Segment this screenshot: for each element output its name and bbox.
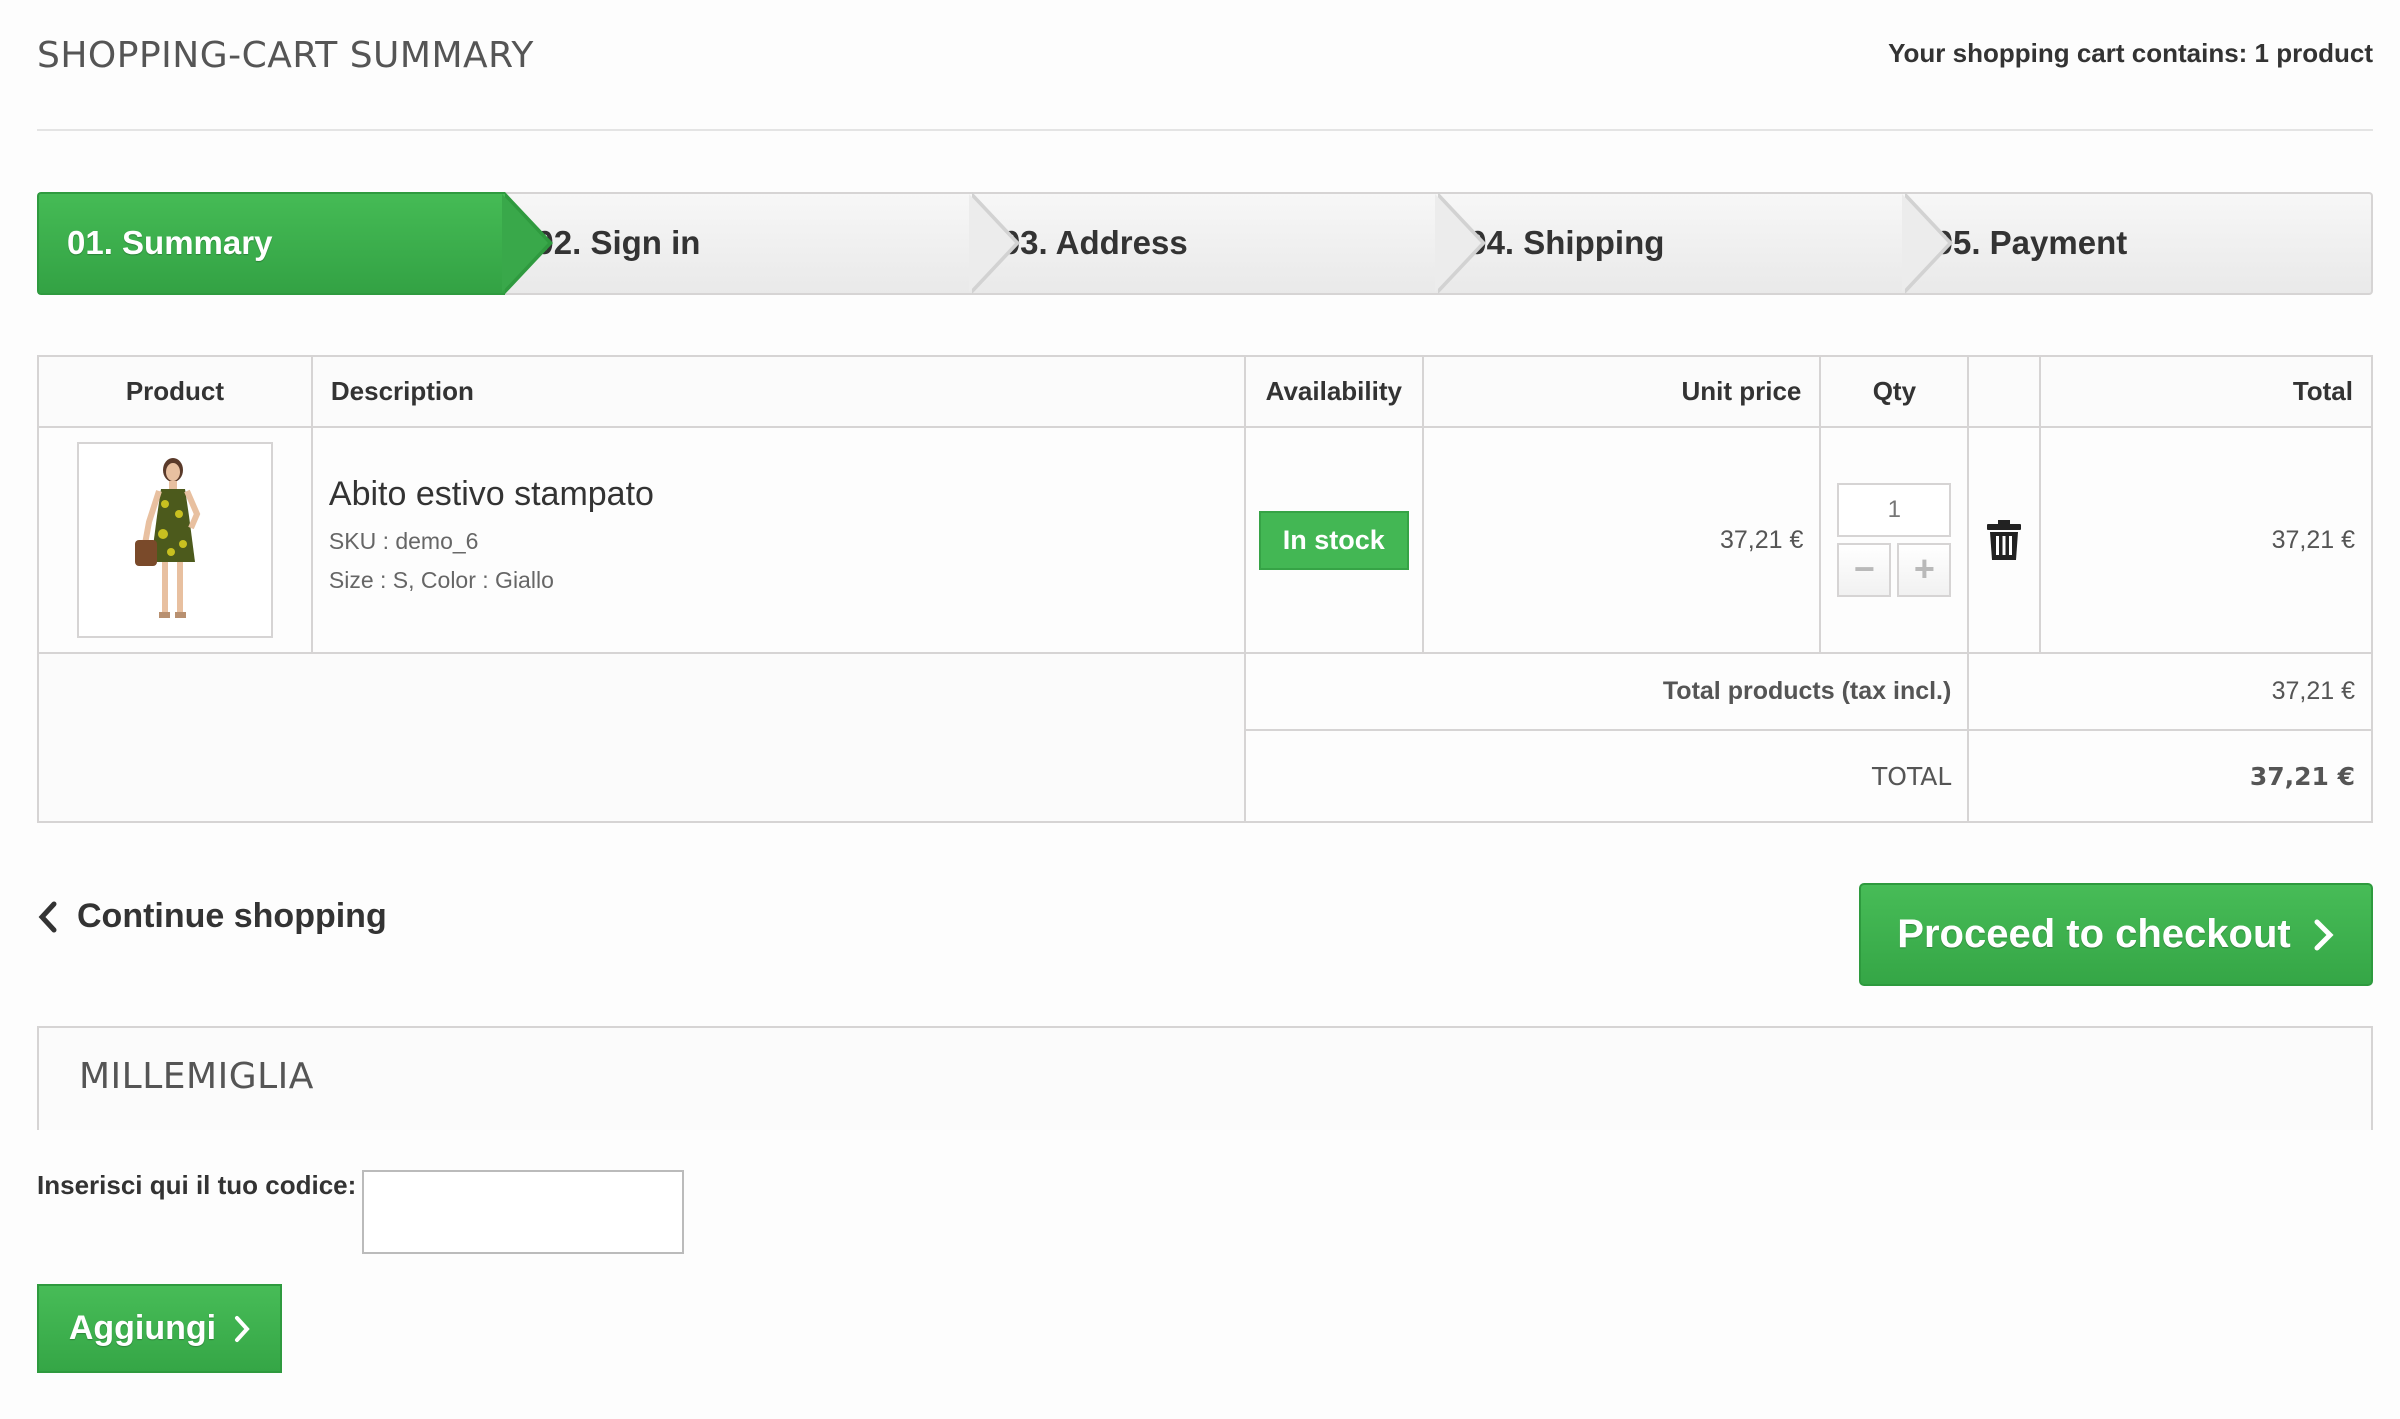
voucher-title: MILLEMIGLIA — [79, 1056, 314, 1097]
qty-minus-button[interactable]: − — [1837, 543, 1892, 597]
step-shipping[interactable]: 04. Shipping — [1438, 192, 1953, 295]
continue-shopping-label: Continue shopping — [77, 897, 387, 935]
qty-input[interactable]: 1 — [1837, 483, 1952, 537]
description-cell: Abito estivo stampato SKU : demo_6 Size … — [310, 426, 1246, 654]
header-product: Product — [37, 355, 313, 428]
step-label: 05. Payment — [1934, 224, 2128, 261]
continue-shopping-link[interactable]: Continue shopping — [37, 897, 387, 936]
checkout-steps: 01. Summary 02. Sign in 03. Address 04. … — [37, 192, 2374, 295]
total-products-label: Total products (tax incl.) — [1243, 652, 1970, 731]
page-heading: SHOPPING-CART SUMMARY Your shopping cart… — [37, 30, 2373, 131]
availability-badge: In stock — [1258, 510, 1409, 570]
step-arrow — [1901, 192, 1953, 294]
summary-spacer — [37, 652, 1246, 823]
qty-cell: 1 − + — [1819, 426, 1970, 654]
add-voucher-label: Aggiungi — [68, 1309, 217, 1347]
header-delete — [1967, 355, 2042, 428]
voucher-code-input[interactable] — [362, 1170, 684, 1254]
table-header-row: Product Description Availability Unit pr… — [37, 355, 2373, 428]
header-qty: Qty — [1819, 355, 1970, 428]
delete-cell — [1967, 426, 2042, 654]
add-voucher-button[interactable]: Aggiungi — [37, 1284, 282, 1373]
step-arrow — [1435, 192, 1487, 294]
summary-row-products: Total products (tax incl.) 37,21 € — [37, 652, 2373, 823]
chevron-left-icon — [38, 901, 57, 932]
header-unit-price: Unit price — [1421, 355, 1822, 428]
header-total: Total — [2039, 355, 2373, 428]
product-sku: SKU : demo_6 — [328, 527, 479, 554]
cart-table: Product Description Availability Unit pr… — [37, 355, 2373, 823]
qty-plus-button[interactable]: + — [1897, 543, 1952, 597]
step-sign-in[interactable]: 02. Sign in — [505, 192, 1020, 295]
checkout-label: Proceed to checkout — [1897, 912, 2291, 956]
step-label: 02. Sign in — [535, 224, 701, 261]
step-payment[interactable]: 05. Payment — [1904, 192, 2374, 295]
step-summary[interactable]: 01. Summary — [37, 192, 554, 295]
step-address[interactable]: 03. Address — [971, 192, 1487, 295]
step-label: 04. Shipping — [1468, 224, 1665, 261]
trash-icon[interactable] — [1987, 520, 2022, 560]
step-arrow — [968, 192, 1020, 294]
qty-buttons: − + — [1837, 543, 1952, 597]
dress-photo-icon — [78, 444, 271, 636]
chevron-right-icon — [235, 1315, 250, 1342]
row-total-cell: 37,21 € — [2039, 426, 2373, 654]
voucher-box: MILLEMIGLIA — [37, 1026, 2373, 1130]
header-availability: Availability — [1243, 355, 1424, 428]
total-products-value: 37,21 € — [1967, 652, 2373, 731]
availability-cell: In stock — [1243, 426, 1424, 654]
product-cell — [37, 426, 313, 654]
step-label: 01. Summary — [67, 224, 273, 261]
unit-price-cell: 37,21 € — [1421, 426, 1822, 654]
voucher-code-label: Inserisci qui il tuo codice: — [37, 1170, 357, 1200]
total-label: TOTAL — [1243, 729, 1970, 823]
total-value: 37,21 € — [1967, 729, 2373, 823]
proceed-to-checkout-button[interactable]: Proceed to checkout — [1859, 883, 2373, 986]
page-title: SHOPPING-CART SUMMARY — [37, 35, 534, 76]
product-attributes[interactable]: Size : S, Color : Giallo — [329, 567, 1228, 594]
product-name[interactable]: Abito estivo stampato — [329, 475, 1228, 514]
qty-control: 1 − + — [1837, 483, 1952, 597]
chevron-right-icon — [2314, 919, 2334, 950]
cart-count: Your shopping cart contains: 1 product — [1888, 38, 2373, 68]
product-image[interactable] — [76, 442, 273, 638]
step-arrow — [502, 192, 554, 294]
table-row: Abito estivo stampato SKU : demo_6 Size … — [37, 426, 2373, 654]
step-label: 03. Address — [1001, 224, 1188, 261]
header-description: Description — [310, 355, 1246, 428]
